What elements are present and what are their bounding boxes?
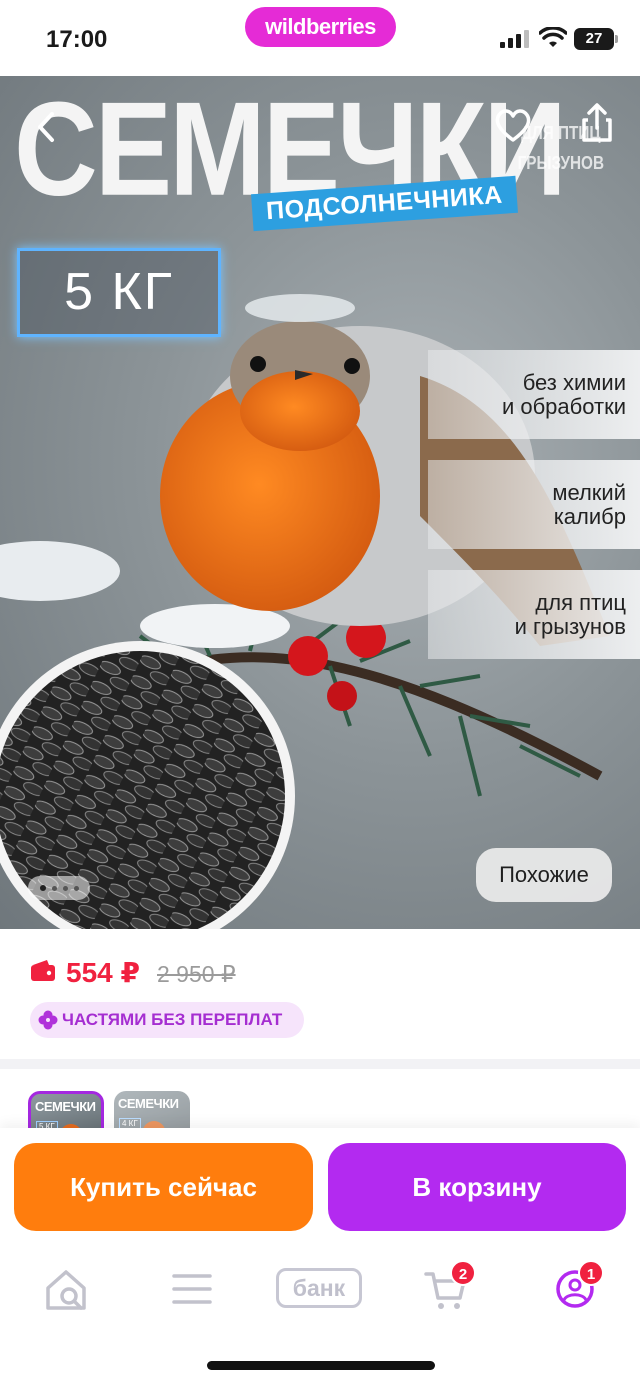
bank-tab[interactable]: банк (276, 1268, 362, 1308)
current-price: 554 ₽ (66, 957, 140, 988)
feature-no-chemicals: без химии и обработки (428, 350, 640, 439)
clover-icon (38, 1010, 58, 1030)
wifi-icon (539, 27, 567, 47)
buy-now-button[interactable]: Купить сейчас (14, 1143, 313, 1231)
cellular-signal-icon (500, 30, 530, 48)
installments-label: ЧАСТЯМИ БЕЗ ПЕРЕПЛАТ (62, 1010, 283, 1029)
home-search-icon[interactable] (36, 1264, 96, 1314)
section-divider (0, 1059, 640, 1069)
add-to-cart-button[interactable]: В корзину (328, 1143, 626, 1231)
old-price: 2 950 ₽ (157, 961, 236, 987)
status-bar: 17:00 wildberries 27 (0, 0, 640, 76)
chevron-left-icon[interactable] (24, 104, 70, 150)
feature-for-birds-rodents: для птиц и грызунов (428, 570, 640, 659)
feature-line: для птиц (535, 589, 626, 615)
home-indicator[interactable] (207, 1361, 435, 1370)
profile-notification-badge: 1 (578, 1260, 604, 1286)
price-section: 554 ₽ 2 950 ₽ ЧАСТЯМИ БЕЗ ПЕРЕПЛАТ (0, 929, 640, 1059)
weight-label: 5 КГ (17, 248, 221, 337)
variant-title: СЕМЕЧКИ (35, 1099, 96, 1114)
feature-line: мелкий (552, 479, 626, 505)
wallet-icon (31, 960, 55, 981)
battery-icon: 27 (574, 28, 618, 50)
menu-icon[interactable] (162, 1264, 222, 1314)
heart-icon[interactable] (490, 102, 536, 148)
cart-count-badge: 2 (450, 1260, 476, 1286)
feature-line: без химии (522, 369, 626, 395)
hero-faded-line-2: ГРЫЗУНОВ (517, 153, 605, 173)
feature-line: и грызунов (514, 613, 626, 639)
similar-products-button[interactable]: Похожие (476, 848, 612, 902)
brand-logo: wildberries (245, 7, 396, 47)
feature-line: и обработки (501, 393, 626, 419)
variant-title: СЕМЕЧКИ (118, 1096, 179, 1111)
status-time: 17:00 (46, 26, 108, 53)
share-icon[interactable] (574, 100, 620, 146)
feature-small-caliber: мелкий калибр (428, 460, 640, 549)
product-image-gallery[interactable]: СЕМЕЧКИ ПОДСОЛНЕЧНИКА 5 КГ ДЛЯ ПТИЦ ГРЫЗ… (0, 76, 640, 929)
feature-line: калибр (553, 503, 626, 529)
installments-badge[interactable]: ЧАСТЯМИ БЕЗ ПЕРЕПЛАТ (30, 1002, 304, 1038)
gallery-pagination[interactable] (28, 876, 90, 900)
purchase-action-bar: Купить сейчас В корзину (0, 1128, 640, 1238)
